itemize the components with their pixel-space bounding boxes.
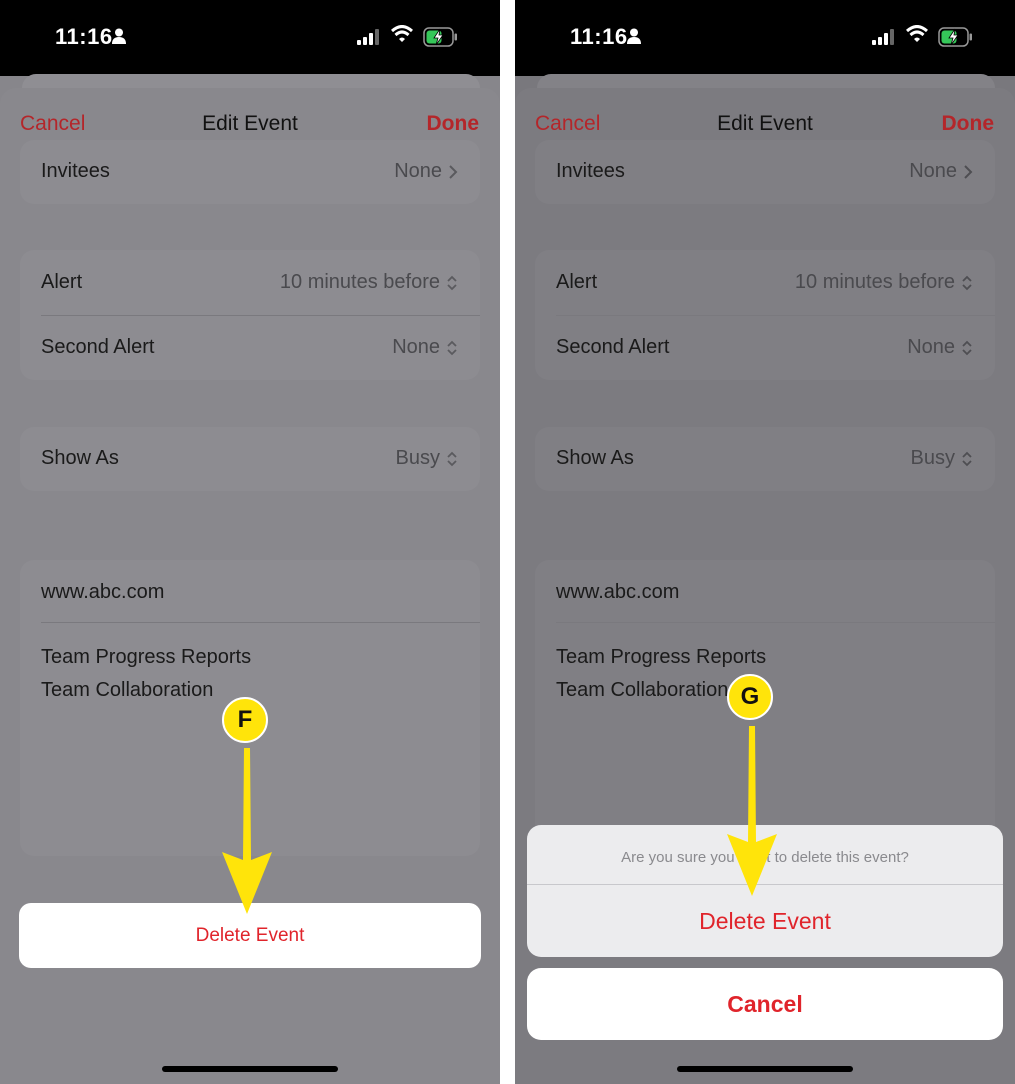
show-as-group: Show As Busy [20,427,480,491]
second-alert-value: None [392,336,440,358]
show-as-group: Show As Busy [535,427,995,491]
alert-label: Alert [41,271,83,293]
chevron-updown-icon [962,275,972,290]
wifi-icon [906,25,928,42]
notes-line[interactable]: Team Progress Reports [41,646,251,669]
second-alert-row[interactable]: Second Alert None [20,316,480,380]
home-indicator [677,1066,853,1072]
person-icon [112,28,126,44]
alert-value-wrap: 10 minutes before [795,271,973,294]
notes-line[interactable]: Team Collaboration [41,679,213,702]
invitees-row[interactable]: Invitees None [535,140,995,204]
page-title: Edit Event [202,112,298,135]
invitees-value: None [394,160,442,182]
alert-value-wrap: 10 minutes before [280,271,458,294]
status-time: 11:16 [55,24,113,49]
done-button[interactable]: Done [427,112,480,136]
wifi-icon [391,25,413,42]
alert-row[interactable]: Alert 10 minutes before [20,251,480,315]
second-alert-value-wrap: None [392,336,458,359]
home-indicator [162,1066,338,1072]
invitees-group: Invitees None [20,140,480,204]
invitees-row[interactable]: Invitees None [20,140,480,204]
second-alert-label: Second Alert [41,336,155,358]
delete-event-label: Delete Event [195,925,305,946]
signal-icon [357,29,379,45]
show-as-value: Busy [395,447,440,469]
url-field[interactable]: www.abc.com [556,581,679,604]
show-as-value-wrap: Busy [396,447,458,470]
second-alert-value-wrap: None [907,336,973,359]
invitees-value-wrap: None [909,160,973,183]
alert-row[interactable]: Alert 10 minutes before [535,251,995,315]
invitees-value-wrap: None [394,160,458,183]
notes-line[interactable]: Team Progress Reports [556,646,766,669]
arrow-down-icon [222,748,272,914]
chevron-right-icon [964,164,973,179]
invitees-group: Invitees None [535,140,995,204]
alerts-group: Alert 10 minutes before Second Alert Non… [20,250,480,380]
page-title: Edit Event [717,112,813,135]
alert-value: 10 minutes before [794,271,955,293]
alerts-group: Alert 10 minutes before Second Alert Non… [535,250,995,380]
battery-charging-icon [423,27,457,47]
arrow-down-icon [727,726,777,896]
step-marker-badge: G [727,674,773,720]
notes-line[interactable]: Team Collaboration [556,679,728,702]
show-as-label: Show As [556,447,634,469]
second-alert-label: Second Alert [556,336,670,358]
show-as-value: Busy [910,447,955,469]
phone-screen-left: 11:16 Cancel Edit Event Done Invitees No… [0,0,500,1084]
second-alert-value: None [907,336,955,358]
invitees-label: Invitees [556,160,625,182]
status-bar: 11:16 [515,0,1015,76]
status-time: 11:16 [570,24,628,49]
second-alert-row[interactable]: Second Alert None [535,316,995,380]
row-divider [556,622,995,623]
signal-icon [872,29,894,45]
chevron-updown-icon [447,340,457,355]
row-divider [41,622,480,623]
action-sheet-cancel-button[interactable]: Cancel [527,968,1003,1040]
status-bar: 11:16 [0,0,500,76]
invitees-label: Invitees [41,160,110,182]
confirm-delete-event-button[interactable]: Delete Event [527,908,1003,935]
show-as-row[interactable]: Show As Busy [535,427,995,491]
chevron-updown-icon [447,451,457,466]
action-sheet-cancel-label: Cancel [727,991,803,1017]
chevron-updown-icon [962,451,972,466]
person-icon [627,28,641,44]
battery-charging-icon [938,27,972,47]
chevron-updown-icon [962,340,972,355]
phone-screen-right: 11:16 Cancel Edit Event Done Invitees No… [515,0,1015,1084]
show-as-row[interactable]: Show As Busy [20,427,480,491]
invitees-value: None [909,160,957,182]
url-field[interactable]: www.abc.com [41,581,164,604]
show-as-value-wrap: Busy [911,447,973,470]
chevron-updown-icon [447,275,457,290]
show-as-label: Show As [41,447,119,469]
done-button[interactable]: Done [942,112,995,136]
alert-label: Alert [556,271,598,293]
step-marker-badge: F [222,697,268,743]
alert-value: 10 minutes before [279,271,440,293]
chevron-right-icon [449,164,458,179]
